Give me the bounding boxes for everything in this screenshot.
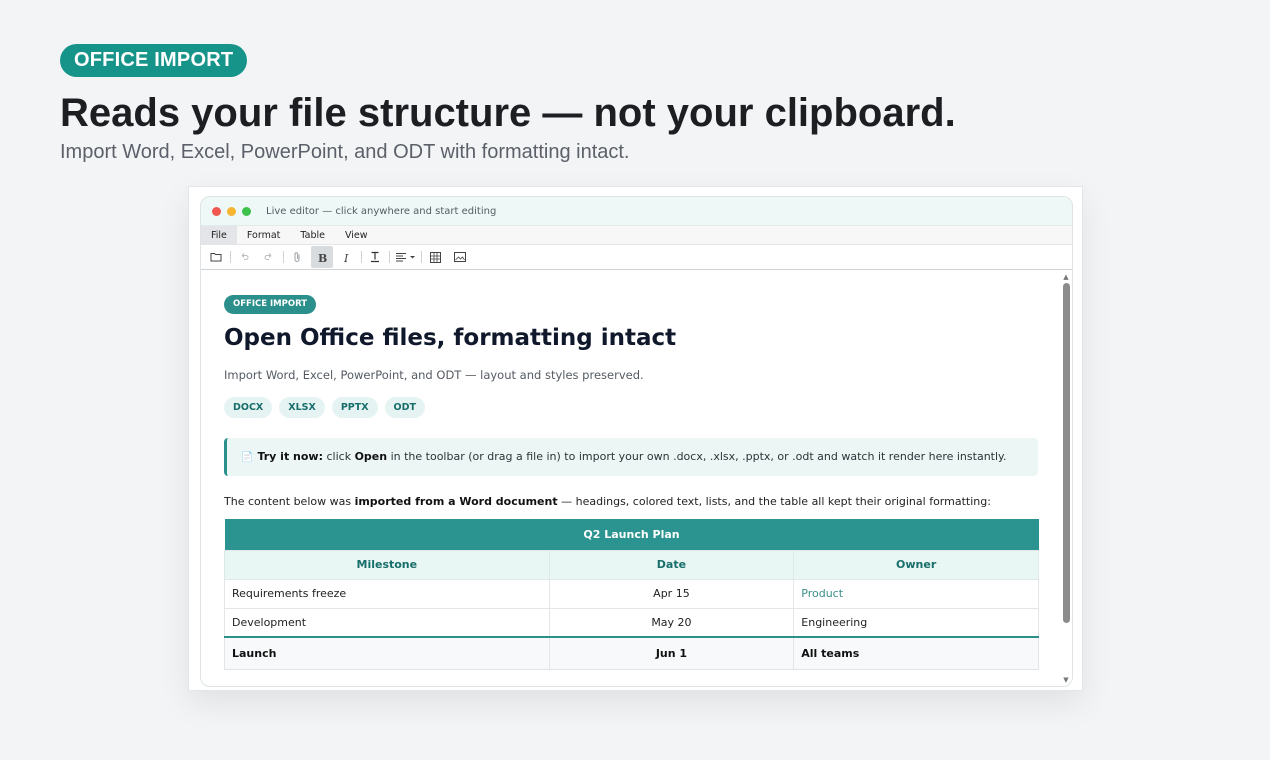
scroll-thumb[interactable]: [1063, 283, 1070, 623]
menu-format[interactable]: Format: [237, 226, 290, 245]
italic-icon[interactable]: I: [336, 246, 358, 268]
image-icon[interactable]: [449, 246, 471, 268]
callout-text: in the toolbar (or drag a file in) to im…: [387, 450, 1007, 463]
menu-table[interactable]: Table: [290, 226, 335, 245]
vertical-scrollbar[interactable]: ▲ ▼: [1060, 271, 1072, 686]
table-icon[interactable]: [424, 246, 446, 268]
table-row: Launch Jun 1 All teams: [224, 636, 1039, 670]
table-row: Development May 20 Engineering: [224, 607, 1039, 638]
editor-card: Live editor — click anywhere and start e…: [188, 186, 1083, 691]
minimize-window-button[interactable]: [227, 206, 236, 216]
launch-plan-table[interactable]: Q2 Launch Plan Milestone Date Owner Requ…: [224, 519, 1039, 670]
editor-window: Live editor — click anywhere and start e…: [200, 196, 1073, 687]
window-titlebar: Live editor — click anywhere and start e…: [201, 197, 1072, 226]
svg-text:I: I: [343, 252, 349, 263]
svg-text:B: B: [318, 252, 327, 263]
format-chips: DOCX XLSX PPTX ODT: [224, 397, 432, 418]
scroll-down-arrow-icon[interactable]: ▼: [1062, 676, 1070, 684]
callout-text: click: [322, 450, 355, 463]
document-subtitle[interactable]: Import Word, Excel, PowerPoint, and ODT …: [224, 368, 644, 382]
hero-badge: OFFICE IMPORT: [60, 44, 248, 77]
chip-odt: ODT: [384, 397, 425, 418]
redo-icon[interactable]: [258, 246, 280, 268]
toolbar-separator: [421, 251, 422, 263]
close-window-button[interactable]: [212, 206, 221, 216]
header-owner: Owner: [793, 549, 1039, 580]
toolbar-separator: [389, 251, 390, 263]
intro-paragraph[interactable]: The content below was imported from a Wo…: [224, 495, 991, 508]
menu-file[interactable]: File: [201, 225, 237, 245]
chip-xlsx: XLSX: [279, 397, 325, 418]
menubar: File Format Table View: [201, 225, 1072, 245]
bold-icon[interactable]: B: [311, 246, 333, 268]
chip-pptx: PPTX: [331, 397, 378, 418]
intro-text: The content below was: [224, 495, 355, 508]
open-file-icon[interactable]: [205, 246, 227, 268]
menu-view[interactable]: View: [335, 226, 378, 245]
callout-lead: Try it now:: [257, 450, 323, 463]
cell-owner[interactable]: All teams: [793, 636, 1039, 670]
hero-title: Reads your file structure — not your cli…: [60, 91, 956, 135]
scroll-up-arrow-icon[interactable]: ▲: [1062, 273, 1070, 281]
document-badge: OFFICE IMPORT: [224, 295, 317, 314]
attach-icon[interactable]: [286, 246, 308, 268]
chip-docx: DOCX: [224, 397, 273, 418]
cell-date[interactable]: Apr 15: [548, 578, 795, 609]
undo-icon[interactable]: [233, 246, 255, 268]
toolbar-separator: [230, 251, 231, 263]
hero-subtitle: Import Word, Excel, PowerPoint, and ODT …: [60, 141, 630, 163]
callout-open: Open: [354, 450, 388, 463]
text-color-icon[interactable]: [364, 246, 386, 268]
intro-text: — headings, colored text, lists, and the…: [557, 495, 991, 508]
document-area[interactable]: OFFICE IMPORT Open Office files, formatt…: [201, 271, 1072, 686]
toolbar-separator: [361, 251, 362, 263]
align-icon[interactable]: [392, 246, 418, 268]
cell-milestone[interactable]: Requirements freeze: [224, 578, 550, 609]
maximize-window-button[interactable]: [242, 206, 251, 216]
cell-date[interactable]: Jun 1: [548, 636, 795, 670]
window-title: Live editor — click anywhere and start e…: [266, 205, 497, 217]
intro-bold: imported from a Word document: [354, 495, 558, 508]
document-title[interactable]: Open Office files, formatting intact: [224, 325, 676, 351]
header-milestone: Milestone: [224, 549, 550, 580]
cell-owner[interactable]: Product: [793, 578, 1039, 609]
try-it-callout[interactable]: 📄 Try it now: click Open in the toolbar (…: [224, 438, 1038, 476]
cell-owner[interactable]: Engineering: [793, 607, 1039, 638]
cell-milestone[interactable]: Development: [224, 607, 550, 638]
document-icon: 📄: [241, 452, 254, 463]
toolbar: B I: [201, 245, 1072, 270]
table-row: Requirements freeze Apr 15 Product: [224, 578, 1039, 609]
table-caption: Q2 Launch Plan: [224, 519, 1039, 550]
header-date: Date: [548, 549, 795, 580]
cell-milestone[interactable]: Launch: [224, 636, 550, 670]
toolbar-separator: [283, 251, 284, 263]
cell-date[interactable]: May 20: [548, 607, 795, 638]
